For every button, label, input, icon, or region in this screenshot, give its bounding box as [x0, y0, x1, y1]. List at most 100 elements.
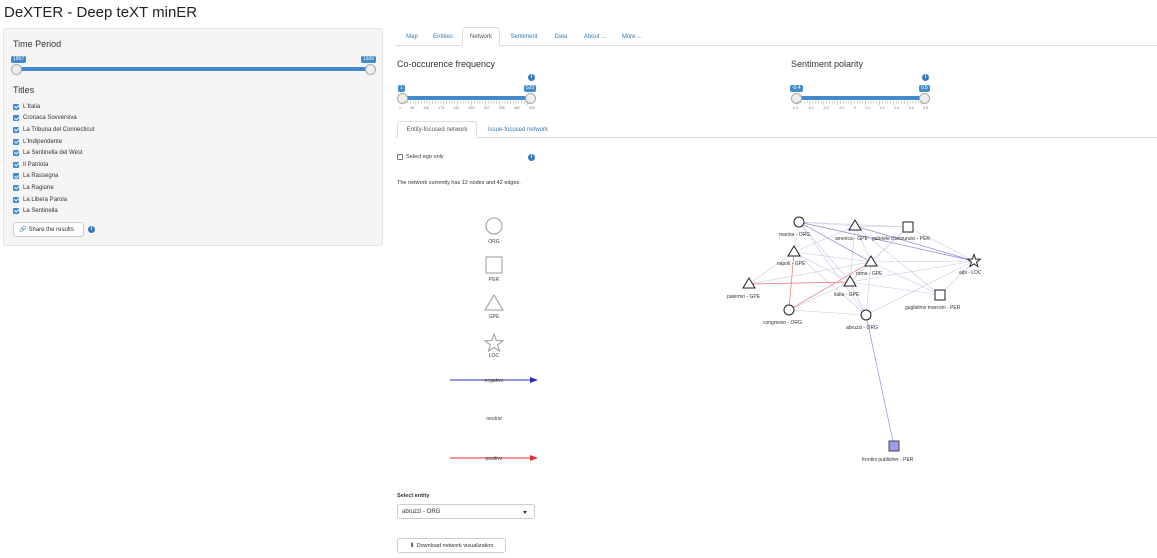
title-checkbox-item[interactable]: L'Italia: [13, 101, 94, 113]
slider-tick-label: 0.4: [908, 106, 914, 110]
slider-tick-label: 1: [399, 106, 401, 110]
title-checkbox-item[interactable]: La Ragione: [13, 182, 94, 194]
info-icon[interactable]: i: [528, 154, 535, 161]
link-icon: 🔗: [19, 227, 27, 233]
tab-sentiment[interactable]: Sentiment: [506, 27, 542, 46]
time-slider-max-tag: 1936: [361, 56, 377, 63]
org-legend-icon: [485, 217, 503, 235]
legend-label-neutral: neutral: [486, 416, 501, 422]
slider-tick-label: -0.3: [807, 106, 814, 110]
node-guglielmo-marconi-per[interactable]: [934, 289, 946, 301]
title-checkbox-item[interactable]: Il Patriota: [13, 159, 94, 171]
tab-map[interactable]: Map: [399, 27, 425, 46]
cooccurrence-min-tag: 1: [398, 85, 405, 92]
node-label: alpi - LOC: [959, 270, 982, 276]
legend-label-loc: LOC: [489, 353, 500, 359]
title-label: Il Patriota: [23, 161, 49, 168]
network-subtabs: Entity-focused network Issue-focused net…: [395, 121, 1157, 138]
titles-checkbox-list: L'Italia Cronaca Sovversiva La Tribuna d…: [13, 101, 94, 217]
node-congresso-org[interactable]: [783, 304, 795, 316]
slider-tick-label: 0: [854, 106, 857, 110]
tab-network[interactable]: Network: [462, 27, 500, 46]
gpe-legend-icon: [484, 294, 504, 311]
node-label: guglielmo marconi - PER: [905, 305, 961, 311]
checkbox-checked-icon[interactable]: [13, 208, 19, 215]
checkbox-checked-icon[interactable]: [13, 103, 19, 110]
checkbox-checked-icon[interactable]: [13, 115, 19, 122]
node-label: america - GPE: [835, 236, 868, 242]
title-label: La Sentinella del West: [23, 150, 83, 157]
legend-label-positive: positive: [486, 456, 503, 462]
network-graph[interactable]: marina - ORG america - GPE gabriele d'an…: [700, 200, 1000, 480]
download-network-button[interactable]: ⬇ Download network visualization: [397, 538, 506, 553]
legend-label-org: ORG: [488, 239, 500, 245]
select-entity-dropdown[interactable]: abruzzi - ORG: [397, 504, 535, 519]
sentiment-min-tag: -0.4: [790, 85, 803, 92]
network-legend: ORG PER GPE LOC negative neutral positiv…: [450, 217, 538, 462]
checkbox-checked-icon[interactable]: [13, 173, 19, 180]
node-marina-org[interactable]: [793, 216, 805, 228]
title-checkbox-item[interactable]: La Rassegna: [13, 171, 94, 183]
title-checkbox-item[interactable]: La Sentinella: [13, 205, 94, 217]
slider-tick-label: 232: [453, 106, 460, 110]
title-checkbox-item[interactable]: La Sentinella del West: [13, 147, 94, 159]
tab-about[interactable]: About ...: [579, 27, 611, 46]
title-checkbox-item[interactable]: La Tribuna del Connecticut: [13, 124, 94, 136]
tab-more[interactable]: More ...: [617, 27, 647, 46]
cooccurrence-slider-fill[interactable]: [402, 96, 530, 100]
title-checkbox-item[interactable]: Cronaca Sovversiva: [13, 113, 94, 125]
info-icon[interactable]: i: [88, 226, 95, 233]
node-abruzzi-org[interactable]: [860, 309, 872, 321]
select-ego-checkbox[interactable]: [397, 154, 403, 160]
legend-label-per: PER: [489, 277, 500, 283]
slider-tick-label: -0.1: [838, 106, 845, 110]
checkbox-checked-icon[interactable]: [13, 126, 19, 133]
network-status-text: The network currently has 12 nodes and 4…: [397, 180, 521, 186]
checkbox-checked-icon[interactable]: [13, 150, 19, 157]
title-label: La Rassegna: [23, 173, 59, 180]
title-label: L'Italia: [23, 103, 41, 110]
slider-tick-label: 0.3: [894, 106, 900, 110]
info-icon[interactable]: i: [528, 74, 535, 81]
download-button-label: Download network visualization: [416, 542, 494, 549]
time-slider-min-tag: 1907: [11, 56, 27, 63]
sentiment-max-tag: 0.5: [919, 85, 930, 92]
node-gabriele-dannunzio-per[interactable]: [902, 221, 914, 233]
slider-tick-label: 289: [468, 106, 475, 110]
node-label: marina - ORG: [779, 232, 810, 238]
checkbox-checked-icon[interactable]: [13, 184, 19, 191]
sentiment-tick-labels: -0.4 -0.3 -0.2 -0.1 0 0.1 0.2 0.3 0.4 0.5: [792, 106, 928, 110]
time-slider-min-handle[interactable]: [11, 64, 22, 75]
slider-tick-label: 116: [423, 106, 430, 110]
tab-data[interactable]: Data: [549, 27, 573, 46]
node-alpi-loc[interactable]: [966, 253, 982, 268]
share-button-label: Share the results: [28, 226, 74, 233]
cooccurrence-max-tag: 520: [524, 85, 537, 92]
slider-tick-label: 462: [513, 106, 520, 110]
slider-tick-label: 520: [529, 106, 535, 110]
tab-issue-focused-network[interactable]: Issue-focused network: [481, 121, 555, 138]
cooccurrence-ticks: [402, 101, 530, 105]
node-roma-gpe[interactable]: [864, 255, 878, 267]
checkbox-checked-icon[interactable]: [13, 138, 19, 145]
title-checkbox-item[interactable]: La Libera Parola: [13, 194, 94, 206]
tab-entity-focused-network[interactable]: Entity-focused network: [397, 121, 477, 138]
sidebar-panel: Time Period 1907 1936 Titles L'Italia Cr…: [3, 28, 383, 246]
loc-legend-icon: [483, 332, 505, 353]
time-slider-max-handle[interactable]: [365, 64, 376, 75]
info-icon[interactable]: i: [922, 74, 929, 81]
node-frontini-publisher-per[interactable]: [888, 440, 900, 452]
checkbox-checked-icon[interactable]: [13, 161, 19, 168]
sentiment-slider-fill[interactable]: [796, 96, 924, 100]
title-label: Cronaca Sovversiva: [23, 115, 77, 122]
title-checkbox-item[interactable]: L'Indipendente: [13, 136, 94, 148]
share-results-button[interactable]: 🔗 Share the results: [13, 222, 84, 237]
title-label: La Tribuna del Connecticut: [23, 126, 95, 133]
sentiment-title: Sentiment polarity: [791, 59, 864, 69]
tab-entities[interactable]: Entities: [428, 27, 458, 46]
checkbox-checked-icon[interactable]: [13, 196, 19, 203]
node-napoli-gpe[interactable]: [787, 245, 801, 257]
node-label: roma - GPE: [856, 271, 883, 277]
select-entity-label: Select entity: [397, 493, 430, 499]
legend-label-gpe: GPE: [489, 314, 500, 320]
